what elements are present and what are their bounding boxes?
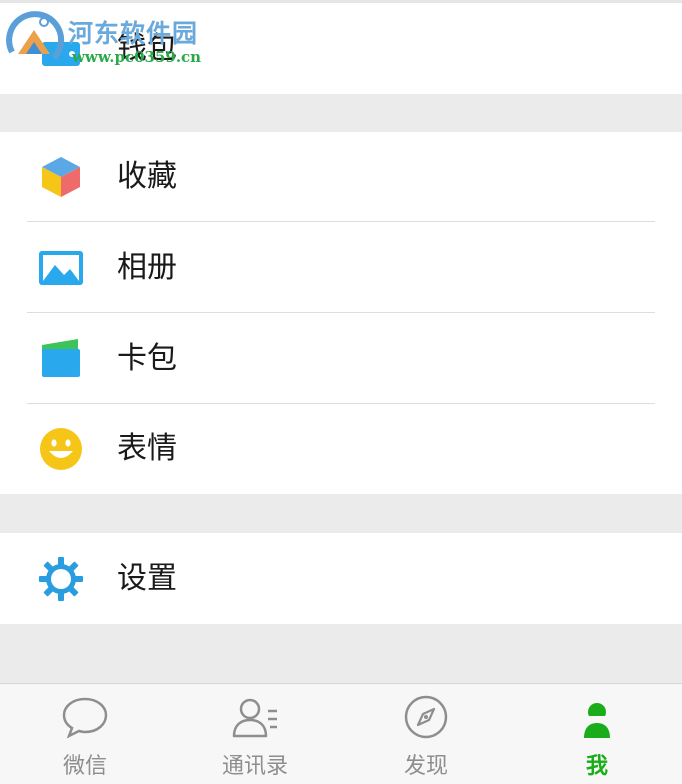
features-group: 收藏 相册 卡包 表情 bbox=[0, 132, 682, 494]
settings-group: 设置 bbox=[0, 533, 682, 624]
picture-icon bbox=[38, 245, 84, 291]
tab-chats[interactable]: 微信 bbox=[0, 684, 170, 784]
menu-item-label: 钱包 bbox=[117, 30, 177, 66]
menu-item-wallet[interactable]: 钱包 bbox=[0, 3, 682, 94]
card-wallet-icon bbox=[38, 336, 84, 382]
menu-item-album[interactable]: 相册 bbox=[0, 222, 682, 313]
tab-label: 通讯录 bbox=[221, 754, 288, 779]
compass-icon bbox=[401, 694, 451, 740]
tab-label: 我 bbox=[585, 754, 608, 779]
tab-contacts[interactable]: 通讯录 bbox=[170, 684, 340, 784]
menu-item-label: 卡包 bbox=[117, 340, 177, 376]
menu-item-label: 设置 bbox=[117, 560, 177, 596]
menu-item-settings[interactable]: 设置 bbox=[0, 533, 682, 624]
menu-item-label: 相册 bbox=[117, 249, 177, 285]
tab-discover[interactable]: 发现 bbox=[341, 684, 511, 784]
gear-icon bbox=[38, 556, 84, 602]
tab-label: 发现 bbox=[403, 754, 448, 779]
smiley-icon bbox=[38, 426, 84, 472]
wallet-icon bbox=[38, 26, 84, 72]
tab-me[interactable]: 我 bbox=[512, 684, 682, 784]
menu-item-label: 表情 bbox=[117, 431, 177, 466]
wallet-group: 钱包 bbox=[0, 3, 682, 94]
tab-label: 微信 bbox=[62, 754, 107, 779]
chat-bubble-icon bbox=[60, 694, 110, 740]
bottom-tab-bar: 微信 通讯录 发现 我 bbox=[0, 683, 682, 784]
menu-item-stickers[interactable]: 表情 bbox=[0, 404, 682, 494]
menu-item-favorites[interactable]: 收藏 bbox=[0, 132, 682, 222]
contacts-icon bbox=[230, 694, 280, 740]
person-icon bbox=[572, 694, 622, 740]
menu-item-cards[interactable]: 卡包 bbox=[0, 313, 682, 404]
menu-item-label: 收藏 bbox=[117, 159, 177, 194]
cube-icon bbox=[38, 154, 84, 200]
